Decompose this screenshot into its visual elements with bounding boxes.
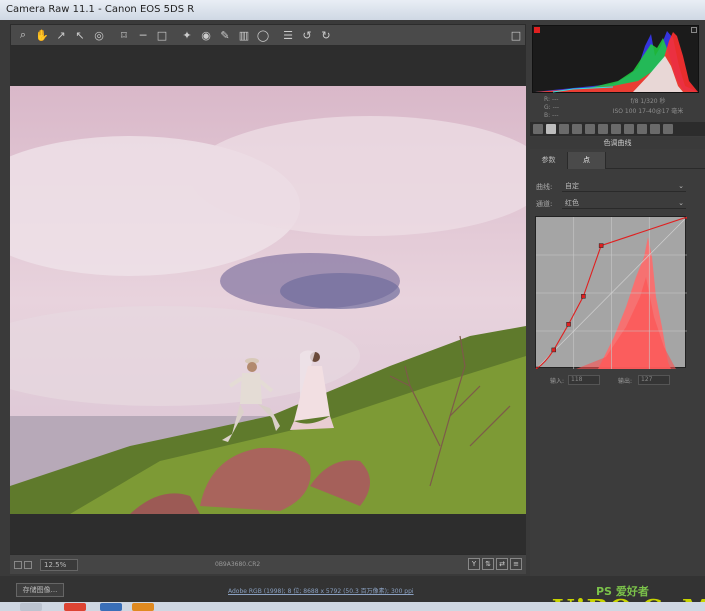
toolbar-end: □: [506, 24, 526, 46]
tab-effects-icon[interactable]: [624, 124, 634, 134]
tab-tone-curve-icon[interactable]: [546, 124, 556, 134]
save-image-button[interactable]: 存储图像...: [16, 583, 64, 597]
shadow-clipping-warning[interactable]: [534, 27, 540, 33]
image-preview-area[interactable]: [10, 46, 526, 554]
taskbar: [0, 602, 705, 611]
curve-point-0[interactable]: [536, 366, 539, 369]
highlight-clipping-warning[interactable]: [691, 27, 697, 33]
camera-info: f/8 1/320 秒 ISO 100 17-40@17 毫米: [612, 98, 684, 115]
curve-point-2[interactable]: [566, 322, 571, 327]
toggle-settings-button[interactable]: ≡: [510, 558, 522, 570]
adjustment-brush-icon[interactable]: ✎: [217, 27, 233, 43]
channel-label: 通道:: [536, 200, 553, 208]
input-output-row: 输入: 118 输出: 127: [550, 375, 690, 386]
file-name: 0B9A3680.CR2: [215, 561, 261, 568]
taskbar-item[interactable]: [132, 603, 154, 611]
channel-row: 通道: 红色 ⌄: [536, 198, 686, 210]
curve-point-3[interactable]: [581, 294, 586, 299]
taskbar-item[interactable]: [100, 603, 122, 611]
before-after-button[interactable]: Y: [468, 558, 480, 570]
graduated-filter-icon[interactable]: ▥: [236, 27, 252, 43]
tab-split-toning-icon[interactable]: [585, 124, 595, 134]
taskbar-item[interactable]: [20, 603, 42, 611]
photo-preview[interactable]: [10, 86, 526, 514]
camera-raw-app: ⌕ ✋ ↗ ↖ ◎ ⌑ ─ □ ✦ ◉ ✎ ▥ ◯ ☰ ↺ ↻ □ 12.5% …: [0, 20, 705, 611]
curve-preset-select[interactable]: 自定 ⌄: [562, 181, 686, 192]
straighten-icon[interactable]: ─: [135, 27, 151, 43]
histogram-graph: [535, 31, 698, 93]
tab-hsl-icon[interactable]: [572, 124, 582, 134]
tab-parametric[interactable]: 参数: [530, 152, 568, 169]
color-sampler-icon[interactable]: ↖: [72, 27, 88, 43]
output-field[interactable]: 127: [638, 375, 670, 385]
zoom-in-button[interactable]: [24, 560, 32, 569]
tone-curve-graph[interactable]: [536, 217, 687, 369]
red-eye-icon[interactable]: ◉: [198, 27, 214, 43]
window-titlebar: Camera Raw 11.1 - Canon EOS 5DS R: [0, 0, 705, 20]
radial-filter-icon[interactable]: ◯: [255, 27, 271, 43]
window-title: Camera Raw 11.1 - Canon EOS 5DS R: [6, 4, 195, 15]
histogram-readout: R: --- G: --- B: --- f/8 1/320 秒 ISO 100…: [532, 93, 699, 121]
tab-snapshots-icon[interactable]: [663, 124, 673, 134]
panel-title: 色调曲线: [530, 137, 705, 149]
spot-removal-icon[interactable]: ✦: [179, 27, 195, 43]
curve-preset-row: 曲线: 自定 ⌄: [536, 181, 686, 193]
rotate-right-icon[interactable]: ↻: [318, 27, 334, 43]
tab-detail-icon[interactable]: [559, 124, 569, 134]
transform-icon[interactable]: □: [154, 27, 170, 43]
crop-icon[interactable]: ⌑: [116, 27, 132, 43]
zoom-icon[interactable]: ⌕: [15, 27, 31, 43]
preferences-icon[interactable]: ☰: [280, 27, 296, 43]
tab-transform-icon[interactable]: [611, 124, 621, 134]
rotate-left-icon[interactable]: ↺: [299, 27, 315, 43]
right-panel: R: --- G: --- B: --- f/8 1/320 秒 ISO 100…: [530, 20, 705, 576]
histogram: [532, 25, 699, 93]
tab-basic-icon[interactable]: [533, 124, 543, 134]
tab-presets-icon[interactable]: [650, 124, 660, 134]
taskbar-item[interactable]: [64, 603, 86, 611]
copy-settings-button[interactable]: ⇄: [496, 558, 508, 570]
tone-curve-editor[interactable]: [535, 216, 687, 369]
hand-icon[interactable]: ✋: [34, 27, 50, 43]
input-field[interactable]: 118: [568, 375, 600, 385]
wedding-photo: [10, 86, 526, 514]
chevron-down-icon: ⌄: [678, 199, 684, 207]
rgb-values: R: --- G: --- B: ---: [544, 96, 560, 119]
curve-point-4[interactable]: [598, 243, 604, 248]
toolbar: ⌕ ✋ ↗ ↖ ◎ ⌑ ─ □ ✦ ◉ ✎ ▥ ◯ ☰ ↺ ↻: [10, 24, 526, 46]
swap-settings-button[interactable]: ⇅: [482, 558, 494, 570]
workflow-options-link[interactable]: Adobe RGB (1998); 8 位; 8688 x 5792 (50.3…: [228, 586, 414, 595]
curve-subtabs: 参数 点: [530, 152, 705, 169]
tab-lens-icon[interactable]: [598, 124, 608, 134]
target-adjust-icon[interactable]: ◎: [91, 27, 107, 43]
tab-point[interactable]: 点: [568, 152, 606, 169]
curve-point-5[interactable]: [684, 217, 687, 220]
tab-calibration-icon[interactable]: [637, 124, 647, 134]
fullscreen-icon[interactable]: □: [510, 27, 522, 43]
status-bar: 12.5% 0B9A3680.CR2 Y ⇅ ⇄ ≡: [10, 554, 526, 574]
white-balance-icon[interactable]: ↗: [53, 27, 69, 43]
panel-tabs: [530, 122, 705, 136]
curve-label: 曲线:: [536, 183, 553, 191]
zoom-level-select[interactable]: 12.5%: [40, 558, 78, 571]
view-buttons: Y ⇅ ⇄ ≡: [468, 558, 522, 570]
zoom-out-button[interactable]: [14, 560, 22, 569]
channel-select[interactable]: 红色 ⌄: [562, 198, 686, 209]
curve-point-1[interactable]: [551, 347, 557, 353]
chevron-down-icon: ⌄: [678, 182, 684, 190]
